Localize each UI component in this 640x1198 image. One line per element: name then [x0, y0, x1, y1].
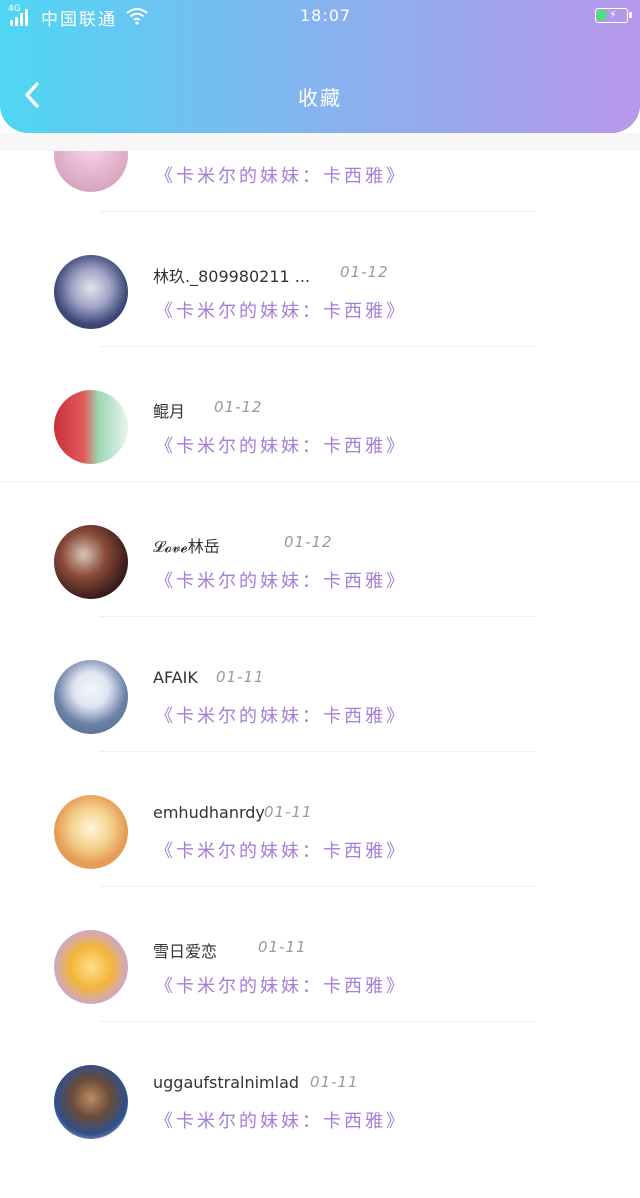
- status-bar: 4G 中国联通 18:07 ⚡: [0, 0, 640, 34]
- battery-icon: ⚡: [595, 8, 632, 23]
- work-title-link[interactable]: 《卡米尔的妹妹：卡西雅》: [155, 1107, 407, 1133]
- list-item[interactable]: uggaufstralnimlad 01-11 《卡米尔的妹妹：卡西雅》: [0, 1063, 640, 1198]
- network-type-label: 4G: [8, 4, 21, 14]
- signal-icon: 4G: [8, 4, 36, 26]
- user-name[interactable]: 鲲月: [153, 398, 185, 422]
- avatar[interactable]: [54, 1065, 128, 1139]
- work-title-link[interactable]: 《卡米尔的妹妹：卡西雅》: [155, 567, 407, 593]
- divider: [100, 211, 536, 212]
- user-name[interactable]: 𝓛𝓸𝓿𝓮林岳: [153, 533, 220, 557]
- divider: [0, 481, 640, 482]
- avatar[interactable]: [54, 525, 128, 599]
- date: 01-11: [258, 938, 307, 956]
- list-item[interactable]: AFAIK 01-11 《卡米尔的妹妹：卡西雅》: [0, 658, 640, 793]
- date: 01-11: [216, 668, 265, 686]
- avatar[interactable]: [54, 930, 128, 1004]
- list-item[interactable]: 雪日爱恋 01-11 《卡米尔的妹妹：卡西雅》: [0, 928, 640, 1063]
- clock: 18:07: [300, 6, 352, 25]
- user-name[interactable]: AFAIK: [153, 668, 198, 687]
- date: 01-12: [284, 533, 333, 551]
- user-name[interactable]: uggaufstralnimlad: [153, 1073, 299, 1092]
- wifi-icon: [126, 8, 148, 25]
- list-item[interactable]: 林玖._809980211 ... 01-12 《卡米尔的妹妹：卡西雅》: [0, 253, 640, 388]
- list-item[interactable]: 鲲月 01-12 《卡米尔的妹妹：卡西雅》: [0, 388, 640, 523]
- divider: [100, 346, 536, 347]
- avatar[interactable]: [54, 390, 128, 464]
- carrier-name: 中国联通: [41, 10, 117, 30]
- work-title-link[interactable]: 《卡米尔的妹妹：卡西雅》: [155, 432, 407, 458]
- date: 01-12: [340, 263, 389, 281]
- avatar[interactable]: [54, 795, 128, 869]
- favorites-list: 《卡米尔的妹妹：卡西雅》 林玖._809980211 ... 01-12 《卡米…: [0, 0, 640, 1139]
- work-title-link[interactable]: 《卡米尔的妹妹：卡西雅》: [155, 972, 407, 998]
- avatar[interactable]: [54, 255, 128, 329]
- date: 01-12: [214, 398, 263, 416]
- divider: [100, 1021, 536, 1022]
- date: 01-11: [310, 1073, 359, 1091]
- user-name[interactable]: 林玖._809980211 ...: [153, 263, 310, 287]
- divider: [100, 886, 536, 887]
- user-name[interactable]: emhudhanrdy: [153, 803, 265, 822]
- work-title-link[interactable]: 《卡米尔的妹妹：卡西雅》: [155, 702, 407, 728]
- divider: [100, 751, 536, 752]
- work-title-link[interactable]: 《卡米尔的妹妹：卡西雅》: [155, 837, 407, 863]
- list-item[interactable]: 𝓛𝓸𝓿𝓮林岳 01-12 《卡米尔的妹妹：卡西雅》: [0, 523, 640, 658]
- work-title-link[interactable]: 《卡米尔的妹妹：卡西雅》: [155, 162, 407, 188]
- list-item[interactable]: emhudhanrdy 01-11 《卡米尔的妹妹：卡西雅》: [0, 793, 640, 928]
- page-title: 收藏: [298, 86, 342, 110]
- header-shadow-strip: [0, 133, 640, 151]
- app-header: 4G 中国联通 18:07 ⚡ 收藏: [0, 0, 640, 133]
- avatar[interactable]: [54, 660, 128, 734]
- divider: [100, 616, 536, 617]
- user-name[interactable]: 雪日爱恋: [153, 938, 217, 962]
- date: 01-11: [264, 803, 313, 821]
- work-title-link[interactable]: 《卡米尔的妹妹：卡西雅》: [155, 297, 407, 323]
